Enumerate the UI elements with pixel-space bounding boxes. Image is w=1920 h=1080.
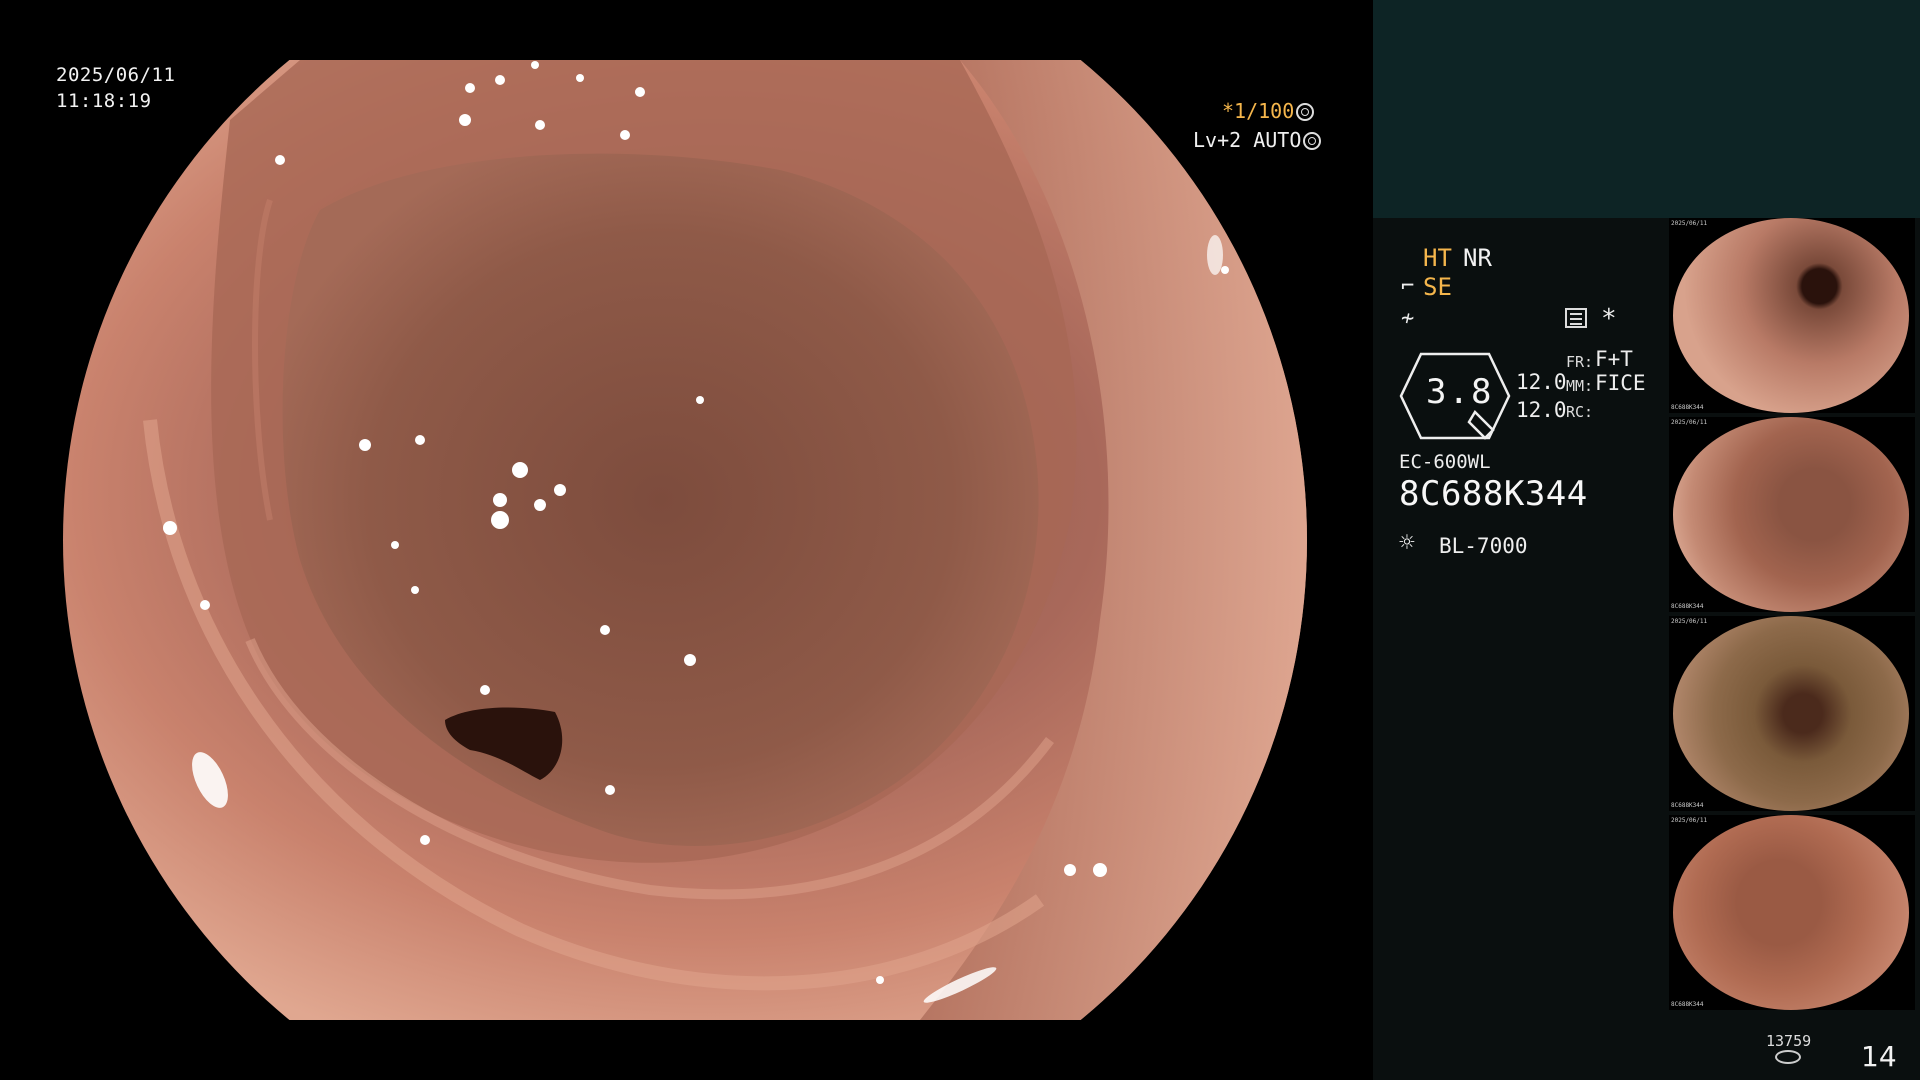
thumbnail-4[interactable]: 2025/06/11 8C688K344 bbox=[1669, 815, 1915, 1010]
iris-value: Lv+2 AUTO bbox=[1193, 128, 1302, 152]
scope-serial: 8C688K344 bbox=[1399, 474, 1588, 514]
panel-header-area bbox=[1373, 0, 1920, 218]
menu-icon bbox=[1565, 308, 1587, 328]
value-2: 12.0 bbox=[1516, 398, 1567, 422]
capture-counter: 13759 bbox=[1766, 1032, 1812, 1050]
thumbnail-image bbox=[1673, 815, 1909, 1010]
thumbnail-image bbox=[1673, 218, 1909, 413]
thumbnail-serial: 8C688K344 bbox=[1671, 404, 1704, 411]
disk-icon bbox=[1775, 1050, 1801, 1064]
iris-icon bbox=[1303, 132, 1322, 150]
fr-label: FR: bbox=[1566, 353, 1594, 371]
thumbnail-serial: 8C688K344 bbox=[1671, 603, 1704, 610]
light-source-model: BL-7000 bbox=[1439, 534, 1528, 558]
zoom-value: 3.8 bbox=[1426, 372, 1494, 412]
endoscopic-image bbox=[63, 60, 1307, 1020]
thumbnail-image bbox=[1673, 616, 1909, 811]
thumbnail-date: 2025/06/11 bbox=[1671, 618, 1708, 625]
thumbnail-date: 2025/06/11 bbox=[1671, 419, 1708, 426]
freeze-icon: ≁ bbox=[1401, 306, 1415, 331]
nr-indicator: NR bbox=[1463, 244, 1492, 272]
thumbnail-3[interactable]: 2025/06/11 8C688K344 bbox=[1669, 616, 1915, 811]
light-source-icon: ☼ bbox=[1399, 528, 1415, 558]
shutter-icon bbox=[1296, 103, 1315, 121]
mm-label: MM: bbox=[1566, 377, 1594, 395]
endoscope-main-view: 2025/06/11 11:18:19 *1/100 Lv+2 AUTO bbox=[0, 0, 1372, 1080]
info-panel: HT NR ⌐ SE ≁ * 3.8 12.0 12.0 FR: F+T MM:… bbox=[1373, 0, 1920, 1080]
thumbnail-date: 2025/06/11 bbox=[1671, 220, 1708, 227]
time-label: 11:18:19 bbox=[56, 90, 152, 112]
thumbnail-image bbox=[1673, 417, 1909, 612]
scope-model: EC-600WL bbox=[1399, 451, 1491, 473]
shutter-speed: *1/100 bbox=[1222, 99, 1372, 123]
ht-indicator: HT bbox=[1423, 244, 1452, 272]
se-indicator: SE bbox=[1423, 273, 1452, 301]
date-label: 2025/06/11 bbox=[56, 64, 176, 86]
shutter-value: *1/100 bbox=[1222, 99, 1295, 123]
value-1: 12.0 bbox=[1516, 370, 1567, 394]
structure-enhance-icon: ⌐ bbox=[1401, 274, 1415, 299]
fr-value: F+T bbox=[1595, 347, 1633, 371]
mm-value: FICE bbox=[1595, 371, 1646, 395]
thumbnail-date: 2025/06/11 bbox=[1671, 817, 1708, 824]
thumbnail-2[interactable]: 2025/06/11 8C688K344 bbox=[1669, 417, 1915, 612]
iris-mode: Lv+2 AUTO bbox=[1193, 128, 1372, 152]
thumbnail-serial: 8C688K344 bbox=[1671, 1001, 1704, 1008]
rc-label: RC: bbox=[1566, 403, 1594, 421]
thumbnail-serial: 8C688K344 bbox=[1671, 802, 1704, 809]
image-count: 14 bbox=[1861, 1040, 1897, 1073]
thumbnail-1[interactable]: 2025/06/11 8C688K344 bbox=[1669, 218, 1915, 413]
star-indicator: * bbox=[1601, 304, 1617, 334]
